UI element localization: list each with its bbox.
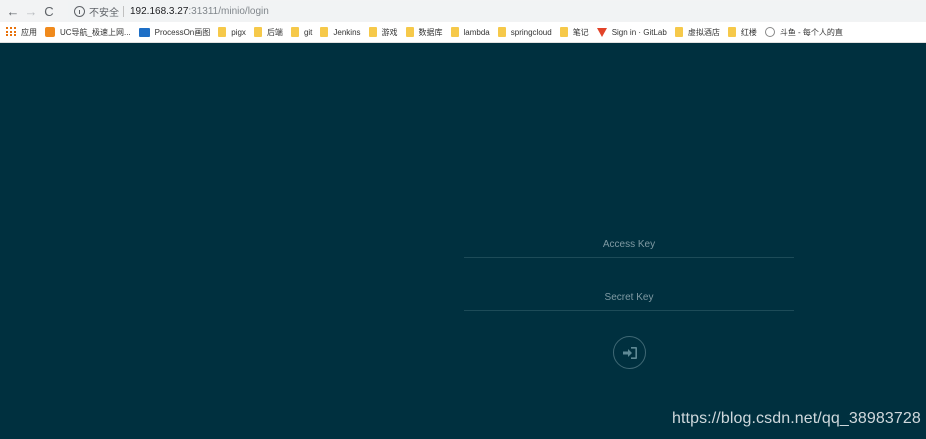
bookmark-folder[interactable]: lambda xyxy=(450,27,490,37)
url-host: 192.168.3.27 xyxy=(130,5,189,17)
folder-icon xyxy=(405,27,414,37)
folder-icon xyxy=(320,27,329,37)
insecure-label: 不安全 xyxy=(89,7,119,19)
bookmark-label: pigx xyxy=(231,27,246,37)
bookmark-label: git xyxy=(303,27,313,37)
bookmark-apps[interactable]: 应用 xyxy=(6,27,37,38)
bookmark-folder[interactable]: Jenkins xyxy=(320,27,361,37)
folder-icon xyxy=(218,27,227,37)
bookmark-folder[interactable]: 虚拟酒店 xyxy=(674,27,720,38)
secret-key-field-wrapper xyxy=(464,285,794,311)
bookmark-folder[interactable]: 红楼 xyxy=(727,27,757,38)
bookmark-folder[interactable]: pigx xyxy=(218,27,246,37)
login-submit-button[interactable] xyxy=(613,336,646,369)
bookmark-label: springcloud xyxy=(510,27,552,37)
bookmarks-bar: 应用 UC导航_极速上网... ProcessOn画图 pigx 后端 git … xyxy=(0,22,926,43)
folder-icon xyxy=(559,27,568,37)
bookmark-douyu[interactable]: 斗鱼 - 每个人的直 xyxy=(764,27,843,38)
bookmark-label: 虚拟酒店 xyxy=(687,27,720,37)
folder-icon xyxy=(368,27,377,37)
bookmark-label: 应用 xyxy=(21,27,37,37)
folder-icon xyxy=(727,27,736,37)
bookmark-label: 斗鱼 - 每个人的直 xyxy=(779,27,843,37)
bookmark-folder[interactable]: 后端 xyxy=(253,27,283,38)
folder-icon xyxy=(253,27,262,37)
sign-in-icon xyxy=(622,346,637,359)
bookmark-label: ProcessOn画图 xyxy=(154,27,211,37)
folder-icon xyxy=(290,27,299,37)
bookmark-label: lambda xyxy=(463,27,490,37)
address-bar[interactable]: 不安全 192.168.3.27 :31311/minio/login xyxy=(68,1,926,21)
apps-icon xyxy=(6,27,16,37)
douyu-icon xyxy=(764,27,775,37)
back-icon[interactable]: ← xyxy=(4,2,22,20)
bookmark-label: Jenkins xyxy=(333,27,361,37)
secret-key-input[interactable] xyxy=(464,285,794,310)
folder-icon xyxy=(674,27,683,37)
bookmark-folder[interactable]: 数据库 xyxy=(405,27,443,38)
gitlab-icon xyxy=(596,27,607,37)
bookmark-processon[interactable]: ProcessOn画图 xyxy=(138,27,211,38)
bookmark-gitlab[interactable]: Sign in · GitLab xyxy=(596,27,667,37)
folder-icon xyxy=(497,27,506,37)
bookmark-label: Sign in · GitLab xyxy=(611,27,667,37)
reload-icon[interactable]: C xyxy=(40,2,58,20)
divider xyxy=(123,5,124,17)
bookmark-label: 数据库 xyxy=(418,27,443,37)
url-path: :31311/minio/login xyxy=(188,5,269,17)
access-key-field-wrapper xyxy=(464,232,794,258)
bookmark-folder[interactable]: 笔记 xyxy=(559,27,589,38)
bookmark-label: UC导航_极速上网... xyxy=(60,27,131,37)
browser-toolbar: ← → C 不安全 192.168.3.27 :31311/minio/logi… xyxy=(0,0,926,22)
uc-icon xyxy=(45,27,55,37)
forward-icon[interactable]: → xyxy=(22,2,40,20)
bookmark-uc[interactable]: UC导航_极速上网... xyxy=(45,27,131,38)
login-form xyxy=(464,232,794,369)
watermark-text: https://blog.csdn.net/qq_38983728 xyxy=(672,410,921,427)
bookmark-label: 笔记 xyxy=(572,27,589,37)
folder-icon xyxy=(450,27,459,37)
bookmark-label: 游戏 xyxy=(381,27,398,37)
bookmark-label: 后端 xyxy=(266,27,283,37)
info-icon[interactable] xyxy=(74,5,85,17)
bookmark-label: 红楼 xyxy=(740,27,757,37)
bookmark-folder[interactable]: springcloud xyxy=(497,27,552,37)
bookmark-folder[interactable]: git xyxy=(290,27,313,37)
bookmark-folder[interactable]: 游戏 xyxy=(368,27,398,38)
access-key-input[interactable] xyxy=(464,232,794,257)
processon-icon xyxy=(138,27,150,37)
